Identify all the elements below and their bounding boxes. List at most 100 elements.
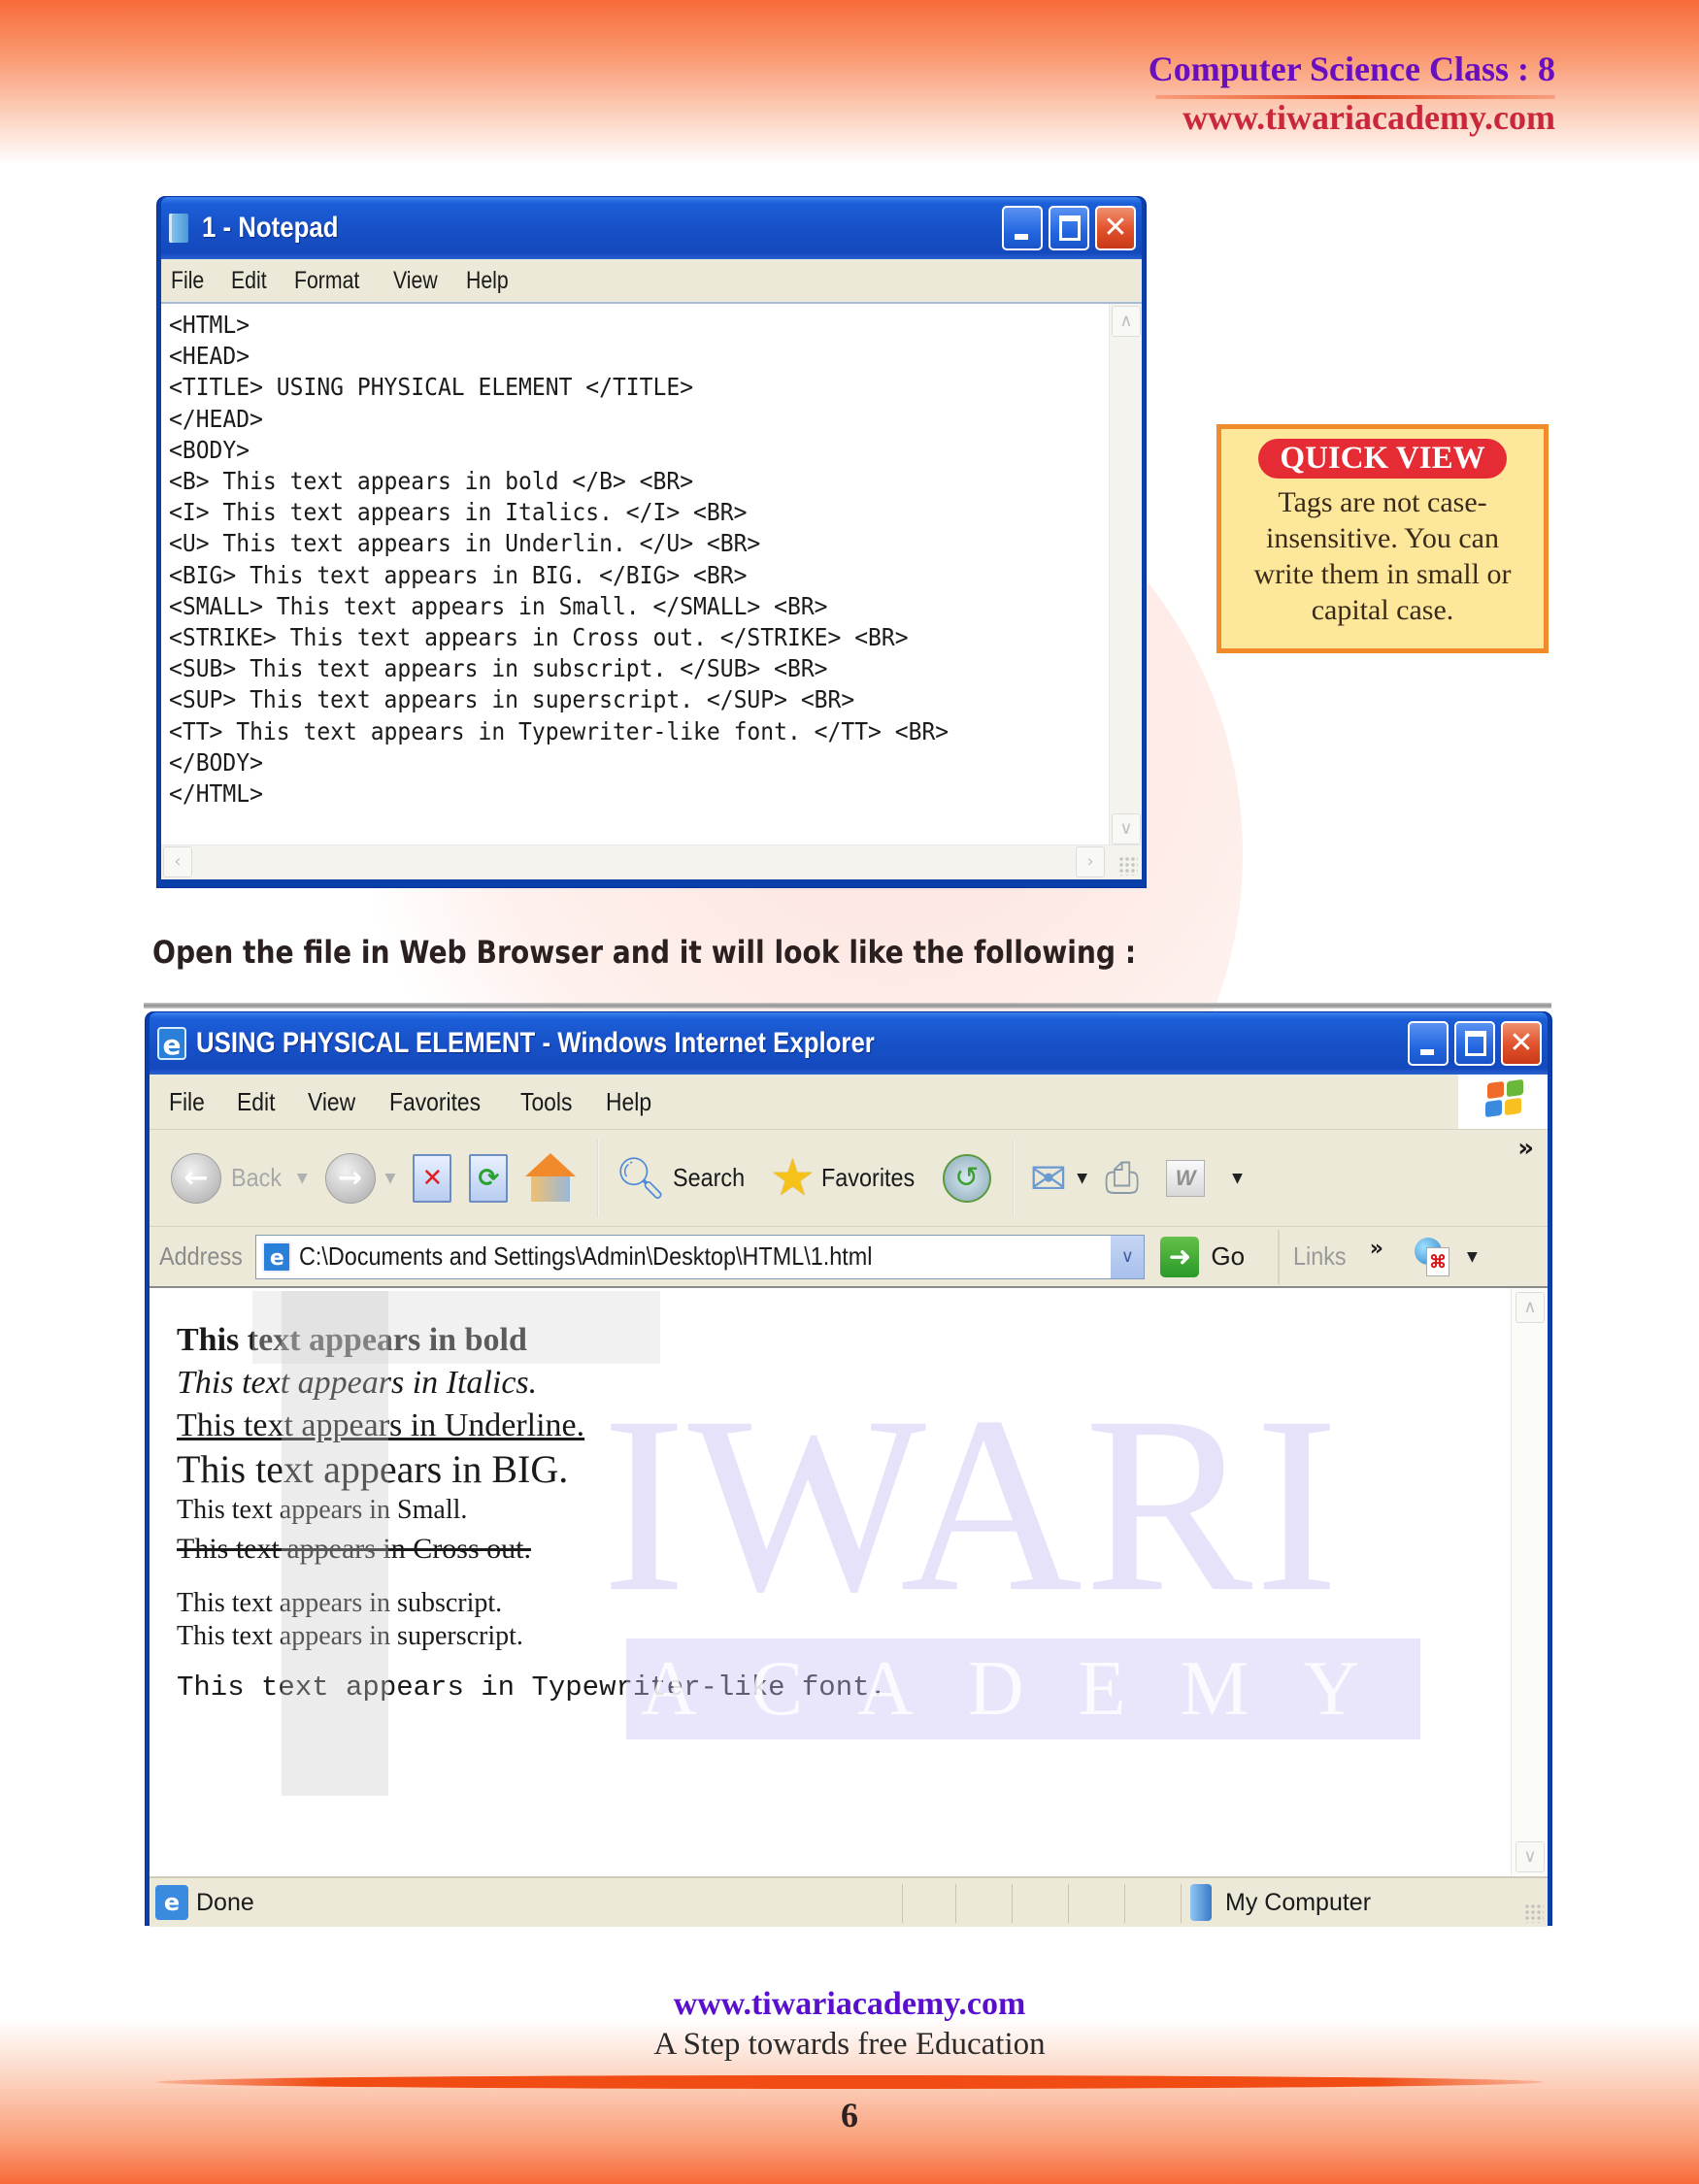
stop-button[interactable]: ✕ xyxy=(413,1153,452,1203)
address-value[interactable]: C:\Documents and Settings\Admin\Desktop\… xyxy=(299,1241,872,1272)
menu-help[interactable]: Help xyxy=(606,1087,651,1117)
refresh-button[interactable]: ⟳ xyxy=(469,1153,509,1203)
menu-view[interactable]: View xyxy=(393,267,438,295)
back-dropdown-icon[interactable]: ▼ xyxy=(297,1171,308,1186)
menu-view[interactable]: View xyxy=(308,1087,355,1117)
scroll-up-button[interactable]: ∧ xyxy=(1112,306,1141,337)
forward-arrow-icon: → xyxy=(324,1152,376,1204)
code-line: <HTML> xyxy=(169,311,250,339)
notepad-text[interactable]: <HTML> <HEAD> <TITLE> USING PHYSICAL ELEME… xyxy=(169,310,949,810)
footer-url: www.tiwariacademy.com xyxy=(673,1986,1026,2022)
pdf-convert-icon[interactable]: ⌘ xyxy=(1415,1237,1453,1276)
code-line: <BIG> This text appears in BIG. </BIG> <… xyxy=(169,560,748,589)
notepad-window: 1 - Notepad ✕ File Edit Format View Help… xyxy=(157,197,1146,887)
watermark-academy-text: ACADEMY xyxy=(641,1646,1415,1732)
search-button[interactable]: 🔍︎ Search xyxy=(615,1154,752,1203)
word-icon: W xyxy=(1166,1159,1206,1197)
status-pane-divider xyxy=(1068,1884,1069,1923)
toolbar-separator xyxy=(1012,1139,1015,1217)
header-url: www.tiwariacademy.com xyxy=(1183,98,1555,137)
forward-dropdown-icon[interactable]: ▼ xyxy=(385,1171,396,1186)
mail-icon: ✉ xyxy=(1029,1151,1068,1205)
menu-favorites[interactable]: Favorites xyxy=(389,1087,481,1117)
scroll-down-button[interactable]: ∨ xyxy=(1516,1841,1545,1872)
minimize-button[interactable] xyxy=(1408,1021,1449,1066)
divider xyxy=(144,1003,1551,1009)
scroll-right-button[interactable]: › xyxy=(1076,846,1105,877)
favorites-button[interactable]: ★ Favorites xyxy=(770,1149,925,1208)
code-line: </HTML> xyxy=(169,779,263,809)
links-separator xyxy=(1278,1229,1281,1284)
scroll-up-button[interactable]: ∧ xyxy=(1516,1292,1545,1323)
menu-help[interactable]: Help xyxy=(466,267,509,295)
browser-titlebar[interactable]: e USING PHYSICAL ELEMENT - Windows Inter… xyxy=(150,1012,1548,1075)
edit-word-button[interactable]: W ▼ xyxy=(1156,1159,1243,1197)
code-line: <HEAD> xyxy=(169,342,250,371)
go-button[interactable]: ➜ Go xyxy=(1160,1236,1245,1277)
scroll-left-button[interactable]: ‹ xyxy=(163,846,192,877)
back-button[interactable]: ← Back ▼ xyxy=(171,1152,308,1204)
links-button[interactable]: Links xyxy=(1293,1241,1347,1272)
notepad-titlebar[interactable]: 1 - Notepad ✕ xyxy=(161,197,1142,259)
history-button[interactable]: ↺ xyxy=(942,1153,991,1203)
close-button[interactable]: ✕ xyxy=(1095,206,1136,250)
browser-vertical-scrollbar[interactable]: ∧ ∨ xyxy=(1511,1288,1548,1876)
maximize-button[interactable] xyxy=(1454,1021,1495,1066)
notepad-editor[interactable]: <HTML> <HEAD> <TITLE> USING PHYSICAL ELEME… xyxy=(161,302,1142,879)
status-pane-divider xyxy=(1181,1884,1182,1923)
forward-button[interactable]: → ▼ xyxy=(324,1152,396,1204)
mail-button[interactable]: ✉ ▼ xyxy=(1030,1152,1087,1205)
status-bar: e Done My Computer xyxy=(150,1876,1548,1927)
zone-label: My Computer xyxy=(1225,1888,1372,1916)
scroll-down-button[interactable]: ∨ xyxy=(1112,813,1141,844)
watermark-text: IWARI xyxy=(602,1365,1341,1644)
windows-logo-icon xyxy=(1458,1075,1548,1129)
resize-grip-icon[interactable] xyxy=(1524,1903,1544,1923)
code-line: <STRIKE> This text appears in Cross out.… xyxy=(169,623,909,652)
status-pane-divider xyxy=(955,1884,956,1923)
browser-menubar: File Edit View Favorites Tools Help xyxy=(150,1075,1548,1129)
status-pane-divider xyxy=(1124,1884,1125,1923)
minimize-button[interactable] xyxy=(1002,206,1043,250)
footer-tagline: A Step towards free Education xyxy=(653,2027,1046,2062)
home-button[interactable] xyxy=(525,1152,577,1204)
code-line: <SUB> This text appears in subscript. </… xyxy=(169,654,828,683)
edit-dropdown-icon[interactable]: ▼ xyxy=(1232,1171,1243,1186)
code-line: </BODY> xyxy=(169,747,263,777)
horizontal-scrollbar[interactable]: ‹ › xyxy=(161,844,1142,879)
status-pane-divider xyxy=(902,1884,903,1923)
mail-dropdown-icon[interactable]: ▼ xyxy=(1077,1171,1087,1186)
status-pane-divider xyxy=(1012,1884,1013,1923)
quick-view-text: Tags are not case-insensitive. You can w… xyxy=(1253,486,1512,626)
code-line: <U> This text appears in Underlin. </U> … xyxy=(169,529,761,558)
resize-grip-icon[interactable] xyxy=(1118,856,1138,876)
pdf-dropdown-icon[interactable]: ▼ xyxy=(1467,1249,1478,1265)
maximize-button[interactable] xyxy=(1049,206,1089,250)
menu-edit[interactable]: Edit xyxy=(237,1087,275,1117)
menu-edit[interactable]: Edit xyxy=(231,267,267,295)
vertical-scrollbar[interactable]: ∧ ∨ xyxy=(1109,304,1142,846)
status-text: Done xyxy=(196,1888,254,1916)
notepad-icon xyxy=(169,214,188,243)
close-button[interactable]: ✕ xyxy=(1501,1021,1542,1066)
address-label: Address xyxy=(159,1241,243,1271)
close-icon: ✕ xyxy=(1509,1026,1534,1060)
menu-format[interactable]: Format xyxy=(294,267,359,295)
address-dropdown-icon[interactable]: ∨ xyxy=(1111,1235,1145,1278)
links-overflow-icon[interactable]: » xyxy=(1370,1237,1383,1261)
quick-view-badge: QUICK VIEW xyxy=(1258,439,1507,479)
address-input[interactable]: e C:\Documents and Settings\Admin\Deskto… xyxy=(255,1234,1146,1279)
menu-file[interactable]: File xyxy=(171,267,204,295)
search-icon: 🔍︎ xyxy=(615,1153,667,1202)
maximize-icon xyxy=(1059,215,1081,241)
code-line: <SMALL> This text appears in Small. </SM… xyxy=(169,591,828,620)
code-line: <TT> This text appears in Typewriter-lik… xyxy=(169,716,949,745)
toolbar-overflow-icon[interactable]: » xyxy=(1517,1134,1534,1163)
favorites-star-icon: ★ xyxy=(770,1148,816,1208)
code-line: </HEAD> xyxy=(169,404,263,433)
print-button[interactable]: ⎙ xyxy=(1105,1153,1139,1203)
menu-tools[interactable]: Tools xyxy=(520,1087,572,1117)
status-ie-icon: e xyxy=(155,1885,188,1920)
menu-file[interactable]: File xyxy=(169,1087,205,1117)
refresh-icon: ⟳ xyxy=(469,1153,509,1203)
